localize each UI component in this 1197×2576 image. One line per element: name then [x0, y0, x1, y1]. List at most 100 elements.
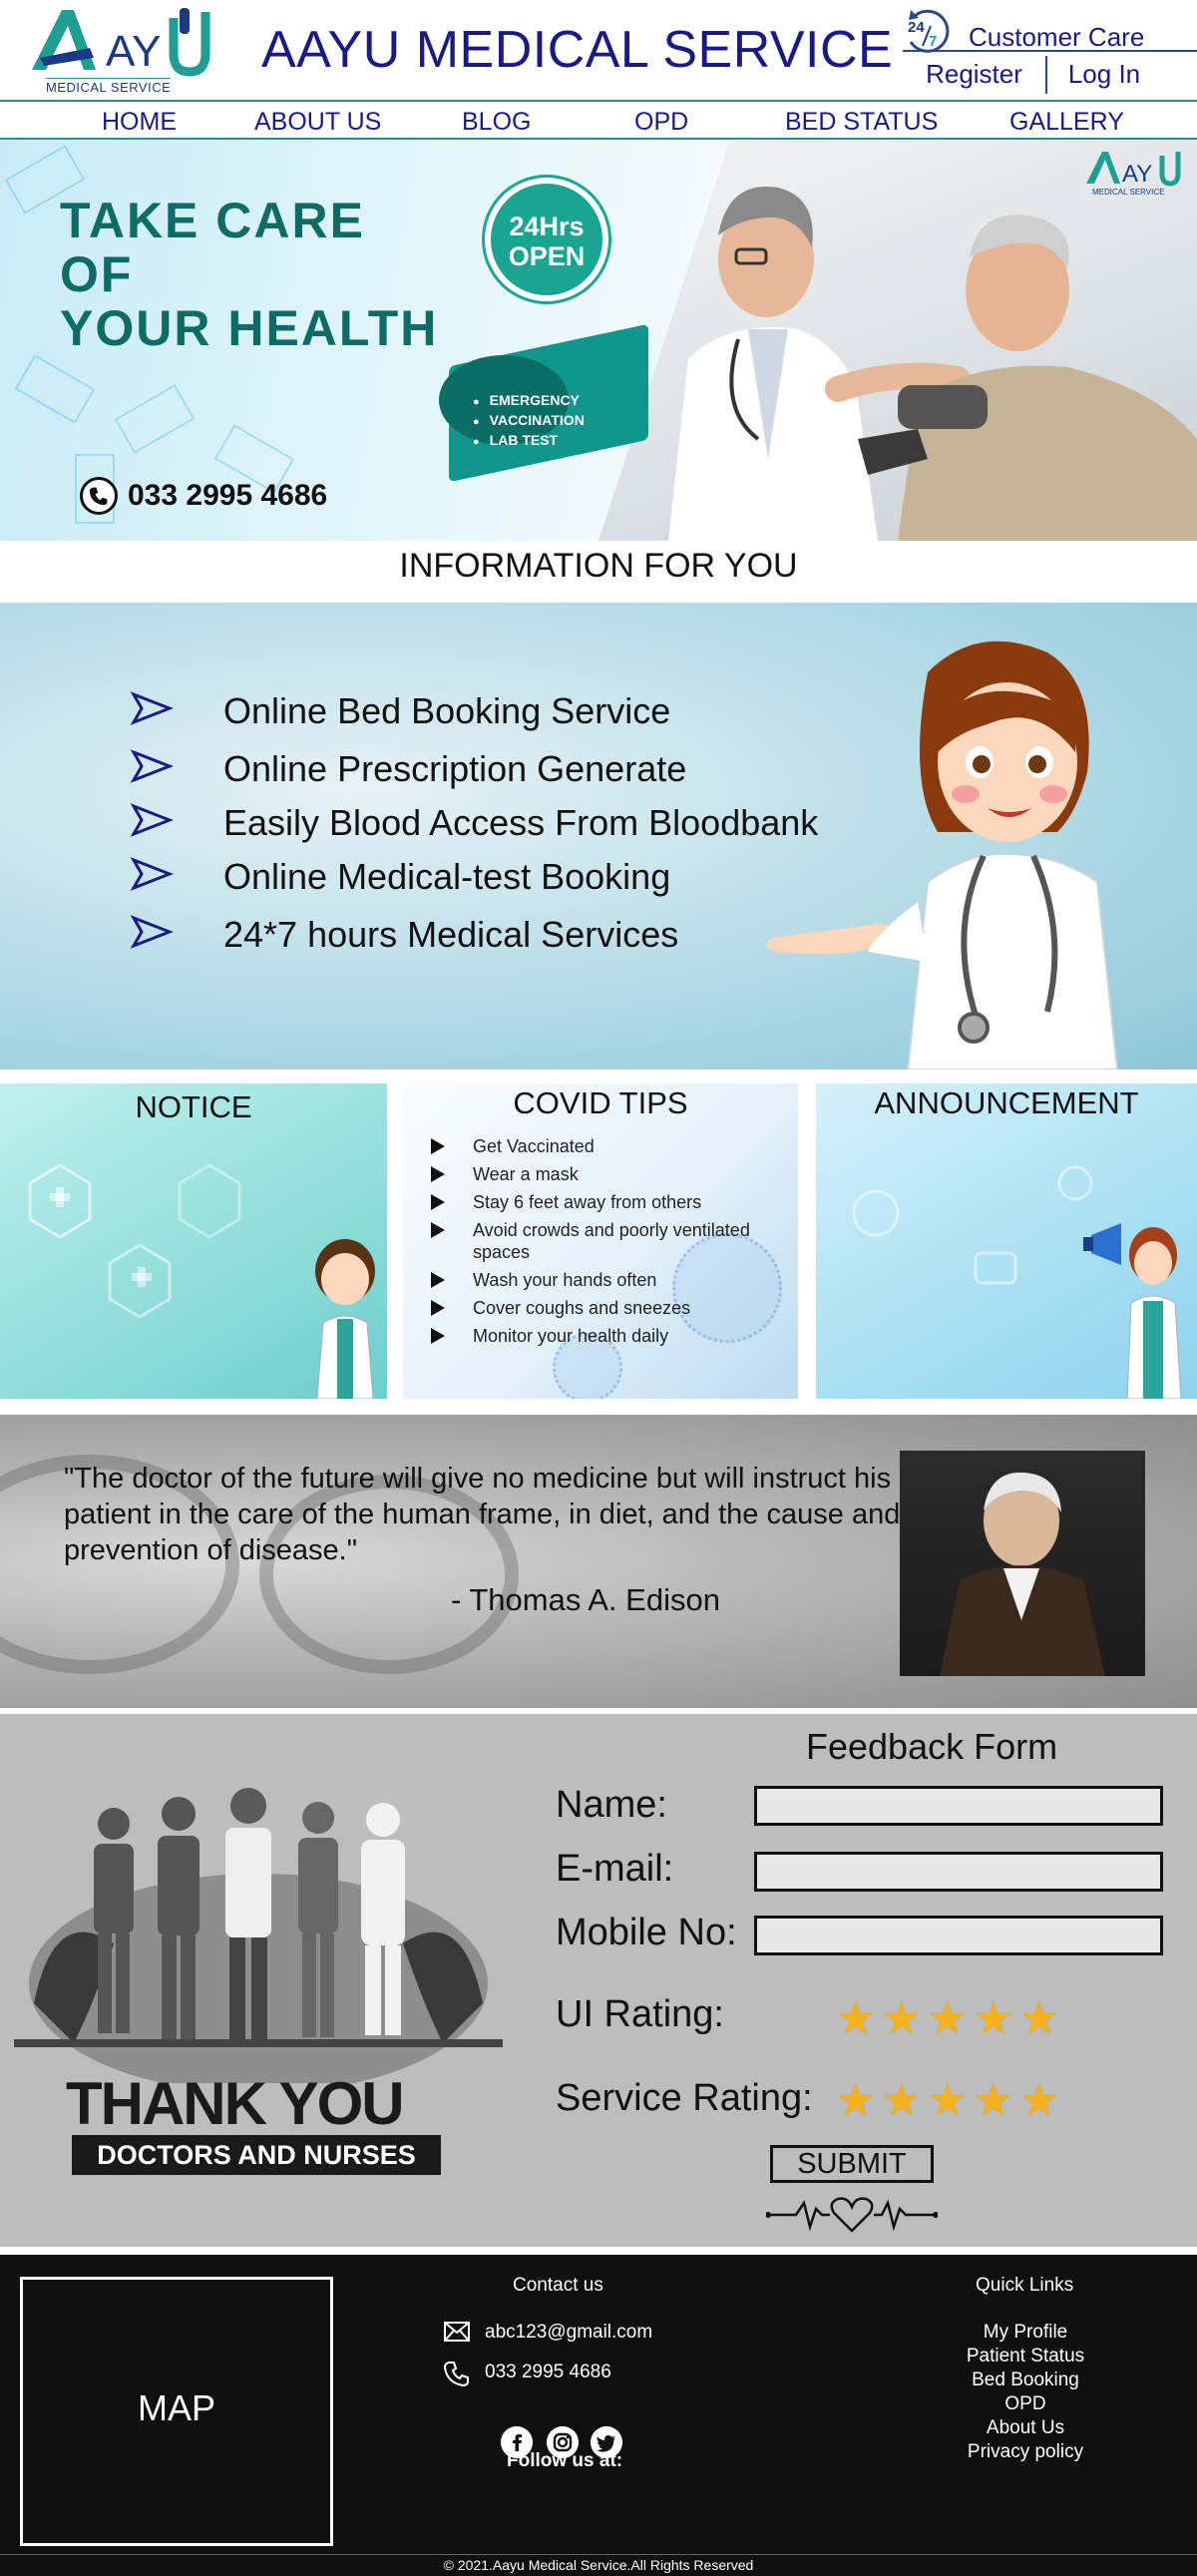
logo-mark-icon: AY [1086, 152, 1181, 188]
arrow-right-icon [130, 749, 174, 783]
info-section: Online Bed Booking Service Online Prescr… [0, 603, 1197, 1070]
email-label: E-mail: [556, 1848, 674, 1890]
star-icon[interactable]: ★ [836, 1997, 882, 2041]
hex-decoration [114, 384, 196, 454]
logo-subtitle: MEDICAL SERVICE [46, 78, 172, 95]
covid-tip: Wear a mask [431, 1163, 770, 1185]
covid-tip-text: Wear a mask [473, 1164, 579, 1184]
doctor-cartoon-illustration [766, 641, 1119, 1070]
star-icon[interactable]: ★ [974, 1997, 1019, 2041]
covid-tips-list: Get Vaccinated Wear a mask Stay 6 feet a… [431, 1135, 770, 1353]
phone-icon [443, 2361, 469, 2386]
star-icon[interactable]: ★ [836, 2079, 882, 2123]
star-icon[interactable]: ★ [882, 1997, 928, 2041]
map-label: MAP [137, 2387, 215, 2428]
submit-button[interactable]: SUBMIT [770, 2145, 934, 2183]
nav-opd[interactable]: OPD [634, 108, 688, 137]
hero-logo-subtitle: MEDICAL SERVICE [1092, 188, 1165, 197]
heartbeat-icon [766, 2197, 938, 2233]
notice-title: NOTICE [135, 1089, 252, 1124]
nav-bed-status[interactable]: BED STATUS [785, 108, 938, 137]
hero-heading: TAKE CARE OF YOUR HEALTH [60, 194, 438, 355]
hero-photo-doctor-patient [598, 140, 1197, 541]
quote-author: - Thomas A. Edison [451, 1582, 720, 1617]
nav-gallery[interactable]: GALLERY [1009, 108, 1124, 137]
triangle-bullet-icon [431, 1222, 445, 1238]
contact-phone-text: 033 2995 4686 [485, 2361, 611, 2382]
healthcare-workers-illustration [14, 1788, 503, 2083]
svg-text:AY: AY [106, 27, 161, 76]
open-24hrs-badge: 24Hrs OPEN [485, 178, 608, 301]
quick-link-opd[interactable]: OPD [926, 2392, 1125, 2416]
name-label: Name: [556, 1784, 667, 1826]
badge-bottom-text: OPEN [508, 241, 586, 271]
copyright-text: © 2021.Aayu Medical Service.All Rights R… [0, 2554, 1197, 2576]
hero-banner: TAKE CARE OF YOUR HEALTH 24Hrs OPEN EMER… [0, 140, 1197, 541]
triangle-bullet-icon [431, 1194, 445, 1210]
nav-home[interactable]: HOME [102, 108, 177, 137]
quick-link-bed-booking[interactable]: Bed Booking [926, 2368, 1125, 2392]
svg-text:AY: AY [1122, 161, 1152, 188]
hero-heading-line: YOUR HEALTH [60, 300, 439, 356]
covid-tip: Get Vaccinated [431, 1135, 770, 1157]
facebook-icon[interactable] [501, 2426, 533, 2458]
info-item-text: 24*7 hours Medical Services [223, 914, 679, 955]
hero-heading-line: OF [60, 246, 134, 302]
arrow-right-icon [130, 915, 174, 949]
customer-care[interactable]: 24 7 Customer Care [903, 6, 1197, 53]
site-header: AY MEDICAL SERVICE AAYU MEDICAL SERVICE … [0, 0, 1197, 100]
quick-links-title: Quick Links [976, 2275, 1074, 2296]
map-placeholder[interactable]: MAP [20, 2277, 333, 2546]
svg-text:24: 24 [908, 19, 925, 36]
covid-tip: Monitor your health daily [431, 1325, 770, 1347]
star-icon[interactable]: ★ [928, 2079, 974, 2123]
star-icon[interactable]: ★ [974, 2079, 1019, 2123]
arrow-right-icon [130, 857, 174, 891]
quick-link-patient-status[interactable]: Patient Status [926, 2345, 1125, 2368]
doctor-patient-illustration [668, 187, 1197, 541]
login-link[interactable]: Log In [1049, 56, 1159, 94]
service-rating-stars[interactable]: ★ ★ ★ ★ ★ [836, 2079, 1065, 2123]
edison-portrait [900, 1451, 1145, 1676]
twitter-icon[interactable] [591, 2426, 622, 2458]
mail-icon [444, 2322, 470, 2342]
mobile-input[interactable] [754, 1916, 1163, 1955]
phone-icon [80, 477, 118, 515]
star-icon[interactable]: ★ [882, 2079, 928, 2123]
contact-us-title: Contact us [513, 2275, 603, 2296]
announcement-title: ANNOUNCEMENT [874, 1085, 1139, 1120]
star-icon[interactable]: ★ [928, 1997, 974, 2041]
nav-about-us[interactable]: ABOUT US [254, 108, 381, 137]
name-input[interactable] [754, 1786, 1163, 1826]
star-icon[interactable]: ★ [1019, 1997, 1065, 2041]
info-item-text: Online Medical-test Booking [223, 856, 671, 897]
triangle-bullet-icon [431, 1328, 445, 1344]
hero-logo: AY MEDICAL SERVICE [1082, 148, 1182, 198]
arrow-right-icon [130, 691, 174, 725]
covid-tip: Avoid crowds and poorly ventilated space… [431, 1219, 770, 1263]
quick-link-my-profile[interactable]: My Profile [926, 2321, 1125, 2345]
thank-you-heading: THANK YOU [66, 2070, 405, 2137]
hexagon-pattern-icon [28, 1163, 375, 1399]
site-logo[interactable]: AY MEDICAL SERVICE [24, 4, 218, 96]
nav-blog[interactable]: BLOG [462, 108, 531, 137]
main-nav: HOME ABOUT US BLOG OPD BED STATUS GALLER… [0, 100, 1197, 140]
covid-tip: Wash your hands often [431, 1269, 770, 1291]
info-item-text: Online Prescription Generate [223, 748, 687, 789]
quick-link-about-us[interactable]: About Us [926, 2416, 1125, 2440]
quick-link-privacy-policy[interactable]: Privacy policy [926, 2440, 1125, 2464]
ui-rating-stars[interactable]: ★ ★ ★ ★ ★ [836, 1997, 1065, 2041]
covid-tip-text: Stay 6 feet away from others [473, 1192, 702, 1212]
triangle-bullet-icon [431, 1166, 445, 1182]
arrow-right-icon [130, 803, 174, 837]
email-input[interactable] [754, 1852, 1163, 1892]
instagram-icon[interactable] [547, 2426, 579, 2458]
info-item-text: Online Bed Booking Service [223, 690, 671, 731]
register-link[interactable]: Register [903, 56, 1047, 94]
logo-mark-icon: AY [32, 8, 210, 77]
star-icon[interactable]: ★ [1019, 2079, 1065, 2123]
clock-24-7-icon: 24 7 [908, 9, 950, 53]
triangle-bullet-icon [431, 1300, 445, 1316]
covid-tip: Stay 6 feet away from others [431, 1191, 770, 1213]
mobile-label: Mobile No: [556, 1912, 737, 1953]
